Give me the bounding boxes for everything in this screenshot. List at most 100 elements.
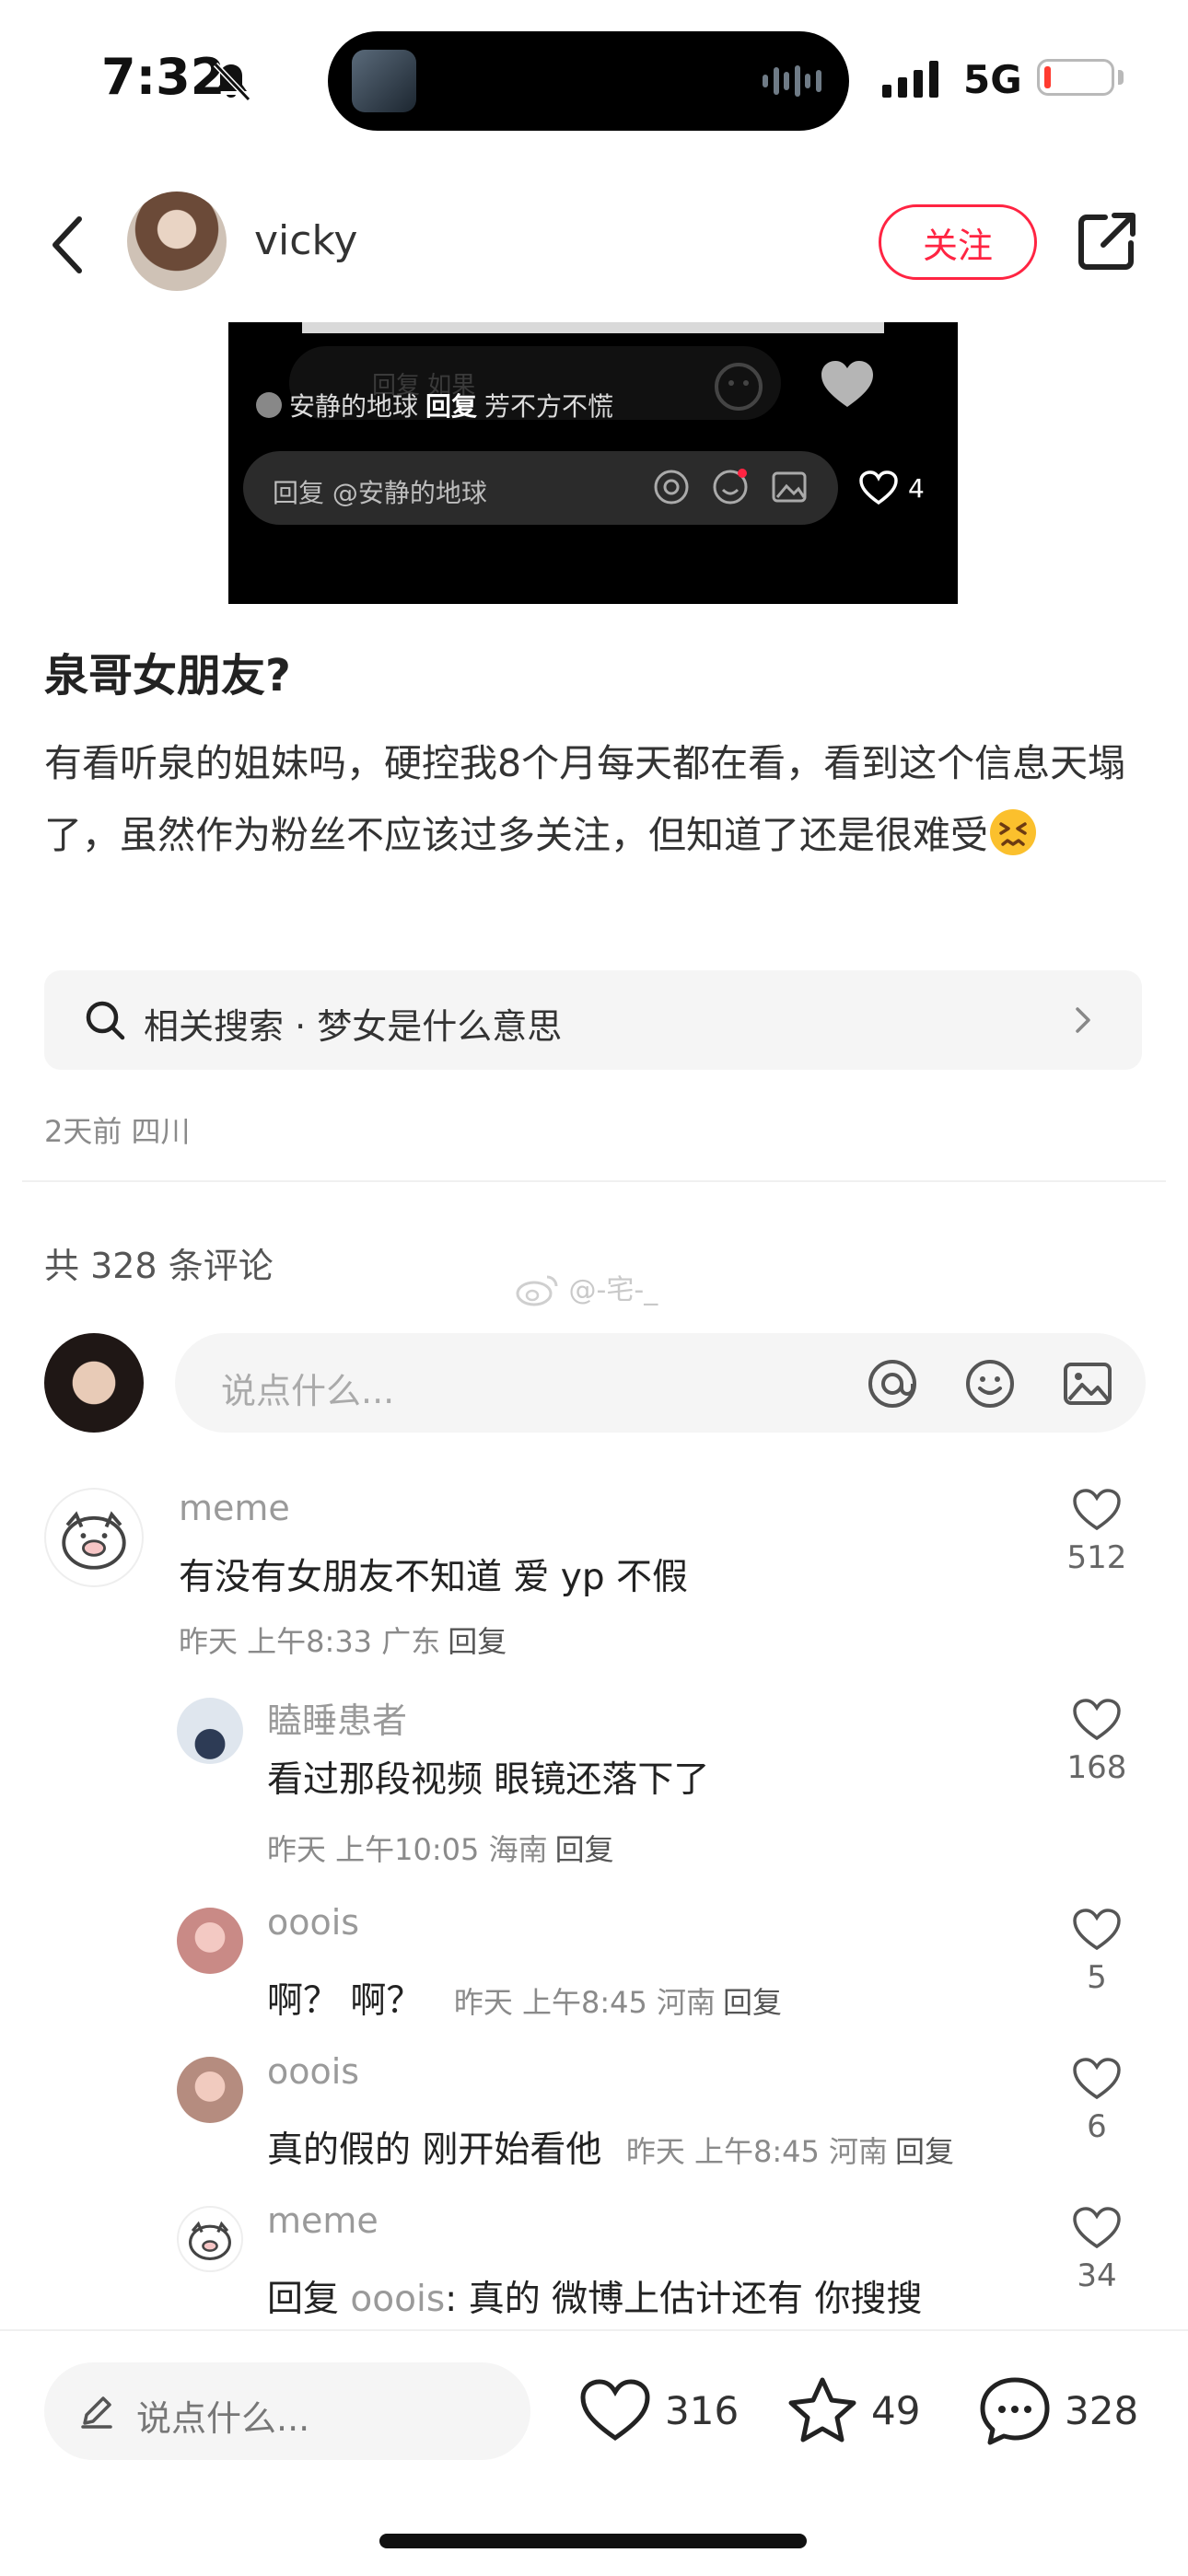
comment-like[interactable]: 512: [1055, 1488, 1138, 1576]
comment-button[interactable]: 328: [978, 2375, 1138, 2445]
media-image-icon: [772, 471, 807, 503]
reply-item: 瞌睡患者 看过那段视频 眼镜还落下了 昨天 上午10:05 海南 回复 168: [177, 1698, 1146, 1882]
chevron-right-icon: [1076, 1007, 1090, 1033]
network-type: 5G: [963, 57, 1022, 102]
comment-meta: 昨天 上午10:05 海南 回复: [267, 1827, 614, 1869]
media-heart-icon: [859, 470, 898, 505]
battery-icon: [1037, 59, 1114, 96]
weibo-logo-icon: [516, 1275, 558, 1306]
post-image[interactable]: 回复 如果 安静的地球 回复 芳不方不慌 回复 @安静的地球 4: [228, 322, 958, 604]
media-reply-word: 回复: [425, 391, 478, 422]
comment-time-location: 昨天 上午10:05 海南: [267, 1832, 548, 1867]
heart-icon[interactable]: [1072, 2206, 1122, 2250]
comment-username[interactable]: ooois: [267, 1902, 359, 1943]
heart-icon[interactable]: [1072, 2057, 1122, 2101]
comment-text-line[interactable]: 回复 ooois: 真的 微博上估计还有 你搜搜: [267, 2270, 923, 2322]
media-reply-target: 芳不方不慌: [484, 391, 614, 422]
user-avatar[interactable]: [177, 1908, 243, 1974]
media-faded-emoji-icon: [715, 363, 763, 411]
user-avatar[interactable]: [177, 1698, 243, 1764]
dynamic-island[interactable]: [328, 31, 849, 131]
media-reply-line: 安静的地球 回复 芳不方不慌: [256, 387, 613, 424]
post-time-location: 2天前 四川: [44, 1114, 191, 1149]
comment-like-count: 6: [1087, 2108, 1107, 2145]
heart-icon[interactable]: [1072, 1698, 1122, 1742]
battery-cap: [1118, 70, 1124, 85]
media-mini-avatar: [256, 392, 282, 418]
cellular-signal-icon: [882, 61, 938, 98]
author-avatar[interactable]: [127, 191, 227, 291]
comment-like[interactable]: 6: [1055, 2057, 1138, 2145]
user-avatar[interactable]: [177, 2057, 243, 2123]
heart-icon[interactable]: [1072, 1908, 1122, 1952]
comment-total: 328: [1065, 2387, 1139, 2433]
comment-text: : 真的 微博上估计还有 你搜搜: [445, 2279, 923, 2320]
heart-icon[interactable]: [1072, 1488, 1122, 1532]
image-icon[interactable]: [1061, 1357, 1114, 1410]
now-playing-artwork: [352, 50, 416, 112]
comment-count: 共 328 条评论: [44, 1246, 274, 1286]
status-time: 7:32: [101, 48, 226, 106]
comment-username[interactable]: 瞌睡患者: [267, 1692, 407, 1743]
reply-item: ooois 啊？ 啊？ 昨天 上午8:45 河南 回复 5: [177, 1902, 1146, 2036]
comment-time-location: 昨天 上午8:45 河南: [453, 1985, 716, 2020]
like-count: 316: [665, 2387, 740, 2433]
comment-input[interactable]: 说点什么...: [175, 1333, 1146, 1433]
star-icon[interactable]: [786, 2375, 858, 2445]
emoji-icon[interactable]: [963, 1357, 1017, 1410]
reply-button[interactable]: 回复: [448, 1624, 507, 1659]
media-input-placeholder: 回复 @安静的地球: [273, 478, 487, 508]
media-top-strip: [302, 322, 884, 333]
chat-bubble-icon[interactable]: [978, 2375, 1052, 2445]
comment-time-location: 昨天 上午8:33 广东: [179, 1624, 441, 1659]
comment-username[interactable]: meme: [179, 1488, 290, 1528]
related-search-chip[interactable]: 相关搜索 · 梦女是什么意思: [44, 970, 1142, 1070]
comment-text[interactable]: 有没有女朋友不知道 爱 yp 不假: [179, 1549, 688, 1600]
comment-like-count: 168: [1066, 1749, 1127, 1786]
comment-text-line: 真的假的 刚开始看他 昨天 上午8:45 河南 回复: [267, 2121, 954, 2173]
reply-button[interactable]: 回复: [895, 2134, 954, 2169]
media-like: 4: [858, 470, 925, 506]
post-title: 泉哥女朋友?: [44, 650, 291, 702]
favorite-button[interactable]: 49: [786, 2375, 920, 2445]
reply-button[interactable]: 回复: [555, 1832, 614, 1867]
comment-text[interactable]: 啊？ 啊？: [267, 1980, 422, 2022]
pig-avatar[interactable]: [177, 2206, 243, 2272]
my-avatar[interactable]: [44, 1333, 144, 1433]
comment-like-count: 34: [1077, 2257, 1117, 2294]
weibo-watermark: @-宅-_: [516, 1267, 658, 1307]
share-icon[interactable]: [1074, 208, 1140, 274]
media-emoji-icon: [713, 469, 748, 505]
home-indicator[interactable]: [379, 2534, 807, 2548]
audio-waveform-icon: [763, 64, 821, 98]
mention-at-icon[interactable]: [866, 1357, 919, 1410]
bottom-comment-input[interactable]: 说点什么...: [44, 2362, 530, 2460]
section-divider: [22, 1180, 1166, 1182]
pig-avatar[interactable]: [44, 1488, 144, 1587]
comment-like-count: 512: [1066, 1539, 1127, 1576]
confounded-face-icon: [990, 809, 1036, 855]
post-body: 有看听泉的姐妹吗，硬控我8个月每天都在看，看到这个信息天塌了，虽然作为粉丝不应该…: [44, 727, 1149, 871]
comment-like[interactable]: 168: [1055, 1698, 1138, 1786]
comment-username[interactable]: meme: [267, 2206, 379, 2241]
comment-like[interactable]: 5: [1055, 1908, 1138, 1996]
back-button[interactable]: [42, 208, 98, 282]
comment-meta: 昨天 上午8:33 广东 回复: [179, 1619, 507, 1661]
comment-input-placeholder: 说点什么...: [221, 1371, 395, 1411]
pencil-icon: [81, 2396, 112, 2429]
favorite-count: 49: [871, 2387, 921, 2433]
author-name[interactable]: vicky: [254, 217, 357, 264]
comment-text[interactable]: 真的假的 刚开始看他: [267, 2129, 601, 2171]
like-button[interactable]: 316: [578, 2377, 739, 2443]
mute-bell-icon: [213, 62, 251, 102]
comment-text[interactable]: 看过那段视频 眼镜还落下了: [267, 1751, 709, 1803]
comment-username[interactable]: ooois: [267, 2051, 359, 2092]
heart-icon[interactable]: [578, 2377, 652, 2443]
reply-item: meme 回复 ooois: 真的 微博上估计还有 你搜搜 34: [177, 2206, 1146, 2327]
comment-like[interactable]: 34: [1055, 2206, 1138, 2294]
follow-button[interactable]: 关注: [879, 204, 1037, 280]
media-faded-heart-icon: [821, 361, 873, 407]
watermark-text: @-宅-_: [568, 1274, 658, 1306]
reply-button[interactable]: 回复: [723, 1985, 782, 2020]
reply-to-user[interactable]: ooois: [350, 2279, 445, 2320]
